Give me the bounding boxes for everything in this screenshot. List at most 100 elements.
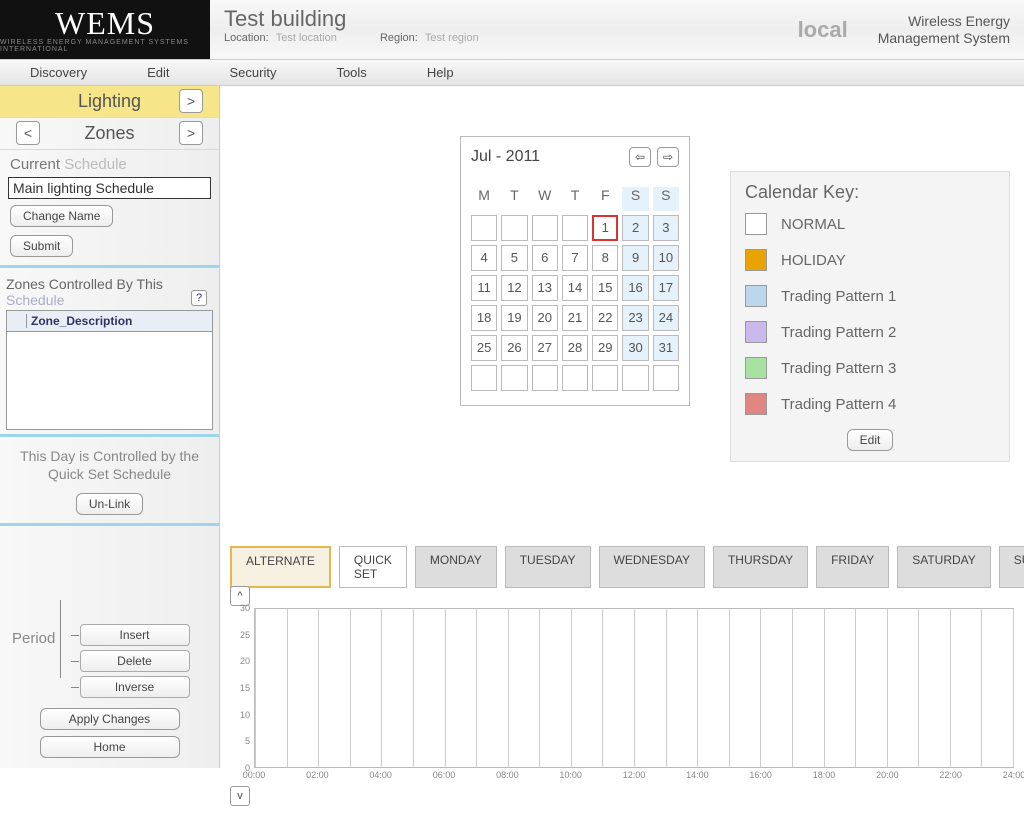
day-tab-thursday[interactable]: THURSDAY (713, 546, 808, 588)
quickset-message: This Day is Controlled by the Quick Set … (0, 441, 219, 489)
calendar-day[interactable]: 25 (471, 335, 497, 361)
x-tick: 00:00 (243, 770, 266, 780)
day-tab-quick-set[interactable]: QUICK SET (339, 546, 407, 588)
chart-area: ^ 302520151050 00:0002:0004:0006:0008:00… (230, 586, 1014, 816)
calendar-day[interactable]: 8 (592, 245, 618, 271)
calendar-day[interactable]: 30 (622, 335, 648, 361)
calendar-day[interactable]: 10 (653, 245, 679, 271)
submit-button[interactable]: Submit (10, 235, 73, 257)
insert-button[interactable]: Insert (80, 624, 190, 646)
x-tick: 04:00 (369, 770, 392, 780)
x-tick: 16:00 (749, 770, 772, 780)
calendar-day[interactable]: 1 (592, 215, 618, 241)
menu-edit[interactable]: Edit (147, 65, 169, 80)
calendar-day[interactable]: 6 (532, 245, 558, 271)
calendar-day[interactable]: 7 (562, 245, 588, 271)
day-tab-friday[interactable]: FRIDAY (816, 546, 889, 588)
day-tab-alternate[interactable]: ALTERNATE (230, 546, 331, 588)
menu-help[interactable]: Help (427, 65, 454, 80)
calendar-day[interactable]: 24 (653, 305, 679, 331)
day-tab-sunday[interactable]: SUNDAY (999, 546, 1024, 588)
x-tick: 10:00 (559, 770, 582, 780)
calendar-next[interactable]: ⇨ (657, 147, 679, 167)
nav-zones-next[interactable]: > (179, 121, 203, 145)
calendar-day[interactable]: 17 (653, 275, 679, 301)
y-tick: 30 (240, 603, 250, 613)
x-tick: 14:00 (686, 770, 709, 780)
key-swatch (745, 321, 767, 343)
region-value: Test region (425, 32, 479, 44)
unlink-button[interactable]: Un-Link (76, 493, 143, 515)
home-button[interactable]: Home (40, 736, 180, 758)
day-tab-wednesday[interactable]: WEDNESDAY (599, 546, 705, 588)
change-name-button[interactable]: Change Name (10, 205, 113, 227)
key-row: Trading Pattern 2 (745, 321, 995, 343)
calendar-day[interactable]: 4 (471, 245, 497, 271)
calendar-day[interactable]: 3 (653, 215, 679, 241)
x-tick: 22:00 (939, 770, 962, 780)
chart-down-button[interactable]: v (230, 786, 250, 806)
location-row: Location: Test location Region: Test reg… (224, 32, 784, 44)
calendar-day[interactable]: 13 (532, 275, 558, 301)
calendar-dow: W (532, 187, 558, 211)
apply-changes-button[interactable]: Apply Changes (40, 708, 180, 730)
delete-button[interactable]: Delete (80, 650, 190, 672)
local-label: local (798, 17, 848, 43)
x-tick: 24:00 (1003, 770, 1024, 780)
calendar-day[interactable]: 21 (562, 305, 588, 331)
calendar-empty-cell (471, 215, 497, 241)
menu-security[interactable]: Security (229, 65, 276, 80)
calendar-key-title: Calendar Key: (745, 182, 995, 203)
menu-tools[interactable]: Tools (336, 65, 366, 80)
calendar-day[interactable]: 14 (562, 275, 588, 301)
y-tick: 20 (240, 656, 250, 666)
calendar-day[interactable]: 15 (592, 275, 618, 301)
menu-discovery[interactable]: Discovery (30, 65, 87, 80)
inverse-button[interactable]: Inverse (80, 676, 190, 698)
x-axis: 00:0002:0004:0006:0008:0010:0012:0014:00… (254, 770, 1014, 784)
calendar-day[interactable]: 20 (532, 305, 558, 331)
calendar-day[interactable]: 12 (501, 275, 527, 301)
calendar-day[interactable]: 18 (471, 305, 497, 331)
calendar-day[interactable]: 22 (592, 305, 618, 331)
calendar-day[interactable]: 28 (562, 335, 588, 361)
calendar-grid: MTWTFSS123456789101112131415161718192021… (471, 187, 679, 391)
calendar-day[interactable]: 26 (501, 335, 527, 361)
calendar-prev[interactable]: ⇦ (629, 147, 651, 167)
day-tab-monday[interactable]: MONDAY (415, 546, 497, 588)
calendar-key: Calendar Key: NORMALHOLIDAYTrading Patte… (730, 171, 1010, 462)
calendar-empty-cell (653, 365, 679, 391)
calendar-day[interactable]: 23 (622, 305, 648, 331)
calendar-empty-cell (532, 365, 558, 391)
calendar-day[interactable]: 11 (471, 275, 497, 301)
calendar-day[interactable]: 5 (501, 245, 527, 271)
calendar: Jul - 2011 ⇦ ⇨ MTWTFSS123456789101112131… (460, 136, 690, 406)
key-label: Trading Pattern 3 (781, 360, 896, 377)
day-tab-tuesday[interactable]: TUESDAY (505, 546, 591, 588)
calendar-day[interactable]: 29 (592, 335, 618, 361)
key-edit-button[interactable]: Edit (847, 429, 894, 451)
calendar-dow: T (562, 187, 588, 211)
region-label: Region: (380, 32, 418, 44)
help-icon[interactable]: ? (191, 290, 207, 306)
nav-zones-prev[interactable]: < (16, 121, 40, 145)
calendar-day[interactable]: 31 (653, 335, 679, 361)
nav-lighting-next[interactable]: > (179, 89, 203, 113)
y-tick: 25 (240, 630, 250, 640)
zone-table[interactable]: Zone_Description (6, 310, 213, 430)
calendar-day[interactable]: 27 (532, 335, 558, 361)
x-tick: 08:00 (496, 770, 519, 780)
key-row: Trading Pattern 3 (745, 357, 995, 379)
y-axis: 302520151050 (230, 608, 252, 768)
calendar-day[interactable]: 9 (622, 245, 648, 271)
current-schedule-label: Current Schedule (0, 150, 219, 175)
schedule-name-input[interactable]: Main lighting Schedule (8, 177, 211, 199)
calendar-day[interactable]: 16 (622, 275, 648, 301)
nav-lighting: Lighting > (0, 86, 219, 118)
building-name: Test building (224, 6, 784, 32)
sidebar: Lighting > < Zones > Current Schedule Ma… (0, 86, 220, 768)
calendar-day[interactable]: 2 (622, 215, 648, 241)
chart-box[interactable] (254, 608, 1014, 768)
day-tab-saturday[interactable]: SATURDAY (897, 546, 991, 588)
calendar-day[interactable]: 19 (501, 305, 527, 331)
